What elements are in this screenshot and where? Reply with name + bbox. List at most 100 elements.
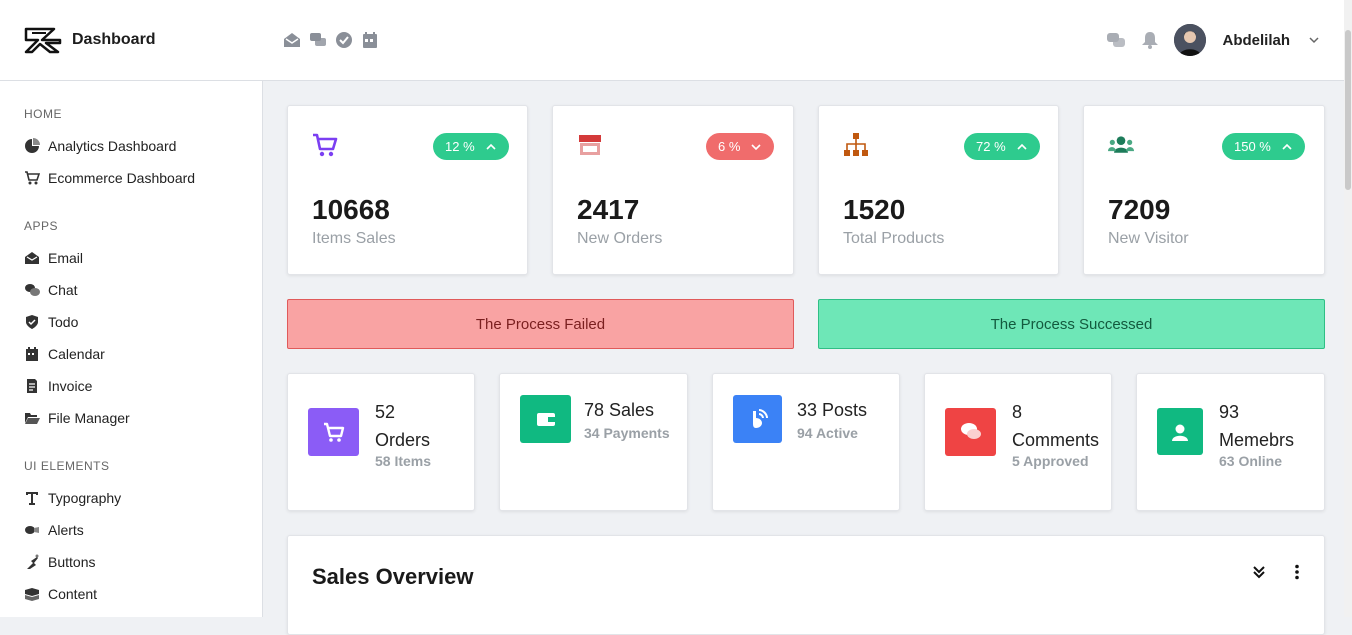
chat-icon[interactable] — [1106, 30, 1126, 50]
sidebar-item-label: Typography — [48, 490, 122, 506]
sidebar-item-todo[interactable]: Todo — [24, 314, 78, 330]
logo-icon — [24, 27, 62, 54]
mini-card-sales: 78 Sales 34 Payments — [499, 373, 688, 511]
mini-card-orders: 52 Orders 58 Items — [287, 373, 475, 511]
mini-card-value: 78 Sales — [584, 400, 655, 420]
envelope-open-icon[interactable] — [283, 31, 301, 49]
content-icon — [25, 588, 39, 601]
sidebar-item-label: Calendar — [48, 346, 105, 362]
comments-icon-box — [945, 408, 996, 456]
sidebar-item-alerts[interactable]: Alerts — [24, 522, 84, 538]
store-icon — [579, 135, 601, 155]
scrollbar-thumb[interactable] — [1345, 30, 1351, 190]
trend-value: 150 % — [1234, 139, 1271, 154]
calendar-icon[interactable] — [361, 31, 379, 49]
orders-icon-box — [308, 408, 359, 456]
cart-icon — [313, 133, 338, 157]
trend-badge: 72 % — [964, 133, 1040, 160]
mini-card-sub: 58 Items — [375, 453, 432, 469]
stat-label: Total Products — [843, 230, 945, 247]
stat-value: 2417 — [577, 194, 640, 225]
mini-card-text: 93 Memebrs — [1219, 398, 1294, 454]
stat-label: Items Sales — [312, 230, 396, 247]
sidebar-section-ui-elements: UI ELEMENTS — [24, 459, 110, 473]
stat-card-new-orders: 6 % 2417 New Orders — [552, 105, 794, 275]
sidebar-item-ecommerce-dashboard[interactable]: Ecommerce Dashboard — [24, 170, 195, 186]
mini-card-value: 33 Posts — [797, 400, 868, 420]
alert-failed-text: The Process Failed — [475, 315, 606, 333]
sidebar-item-calendar[interactable]: Calendar — [24, 346, 105, 362]
invoice-icon — [27, 379, 37, 393]
chevron-down-icon — [751, 143, 761, 150]
sidebar-item-buttons[interactable]: Buttons — [24, 554, 95, 570]
alert-failed: The Process Failed — [287, 299, 794, 349]
sidebar-item-label: Buttons — [48, 554, 96, 570]
stat-label: New Visitor — [1108, 230, 1189, 247]
sidebar-item-label: Invoice — [48, 378, 93, 394]
stat-value: 1520 — [843, 194, 906, 225]
folder-open-icon — [25, 413, 40, 424]
sales-icon-box — [520, 395, 571, 443]
pie-chart-icon — [25, 138, 40, 153]
trend-badge: 150 % — [1222, 133, 1305, 160]
mini-card-sub: 5 Approved — [1012, 453, 1089, 469]
sales-overview-title: Sales Overview — [312, 564, 474, 589]
mini-card-value: 8 — [1012, 402, 1023, 422]
avatar[interactable] — [1174, 24, 1207, 56]
sidebar-item-label: File Manager — [48, 410, 130, 426]
more-vertical-icon[interactable] — [1289, 564, 1305, 580]
chevron-up-icon — [1017, 143, 1027, 150]
mini-card-sub: 34 Payments — [584, 425, 670, 441]
sidebar-section-apps: APPS — [24, 219, 59, 233]
sidebar-item-invoice[interactable]: Invoice — [24, 378, 92, 394]
sidebar-item-label: Email — [48, 250, 84, 266]
trend-value: 6 % — [718, 139, 741, 154]
user-icon — [1172, 424, 1188, 441]
blogger-icon — [752, 409, 768, 428]
chevron-down-icon[interactable] — [1308, 34, 1320, 46]
sitemap-icon — [844, 133, 868, 156]
mini-card-posts: 33 Posts 94 Active — [712, 373, 900, 511]
top-quick-icons — [283, 31, 379, 49]
stat-label: New Orders — [577, 230, 663, 247]
stat-value: 7209 — [1108, 194, 1171, 225]
sidebar-item-label: Chat — [48, 282, 78, 298]
sidebar-item-analytics-dashboard[interactable]: Analytics Dashboard — [24, 138, 176, 154]
sidebar-section-home: HOME — [24, 107, 62, 121]
check-badge-icon[interactable] — [335, 31, 353, 49]
shield-check-icon — [26, 315, 38, 329]
chevron-up-icon — [1282, 143, 1292, 150]
comments-icon[interactable] — [309, 31, 327, 49]
double-chevron-down-icon[interactable] — [1251, 564, 1267, 580]
cart-icon — [323, 422, 344, 442]
stat-card-new-visitor: 150 % 7209 New Visitor — [1083, 105, 1325, 275]
trend-badge: 12 % — [433, 133, 509, 160]
sidebar-item-label: Content — [48, 586, 98, 602]
mini-card-text: 8 Comments — [1012, 398, 1099, 454]
sidebar-item-file-manager[interactable]: File Manager — [24, 410, 130, 426]
chevron-up-icon — [486, 143, 496, 150]
sidebar-item-typography[interactable]: Typography — [24, 490, 121, 506]
sidebar-item-label: Ecommerce Dashboard — [48, 170, 196, 186]
comments-icon — [960, 423, 981, 439]
members-icon-box — [1157, 408, 1203, 455]
chat-icon — [25, 284, 40, 296]
hand-pointer-icon — [27, 554, 39, 569]
mini-card-comments: 8 Comments 5 Approved — [924, 373, 1112, 511]
trend-badge: 6 % — [706, 133, 775, 160]
user-name[interactable]: Abdelilah — [1222, 32, 1290, 49]
sidebar-item-chat[interactable]: Chat — [24, 282, 78, 298]
sidebar-item-label: Analytics Dashboard — [48, 138, 177, 154]
text-icon — [26, 492, 38, 505]
sidebar-item-email[interactable]: Email — [24, 250, 83, 266]
sidebar-item-content[interactable]: Content — [24, 586, 97, 602]
scrollbar[interactable] — [1344, 0, 1352, 617]
sidebar-item-label: Alerts — [48, 522, 84, 538]
mini-card-label: Comments — [1012, 430, 1100, 450]
mini-card-value: 52 — [375, 402, 396, 422]
top-bar: Dashboard Abdelilah — [0, 0, 1344, 81]
posts-icon-box — [733, 395, 782, 443]
sidebar-item-label: Todo — [48, 314, 79, 330]
brand[interactable]: Dashboard — [24, 26, 156, 54]
bell-icon[interactable] — [1140, 30, 1160, 50]
